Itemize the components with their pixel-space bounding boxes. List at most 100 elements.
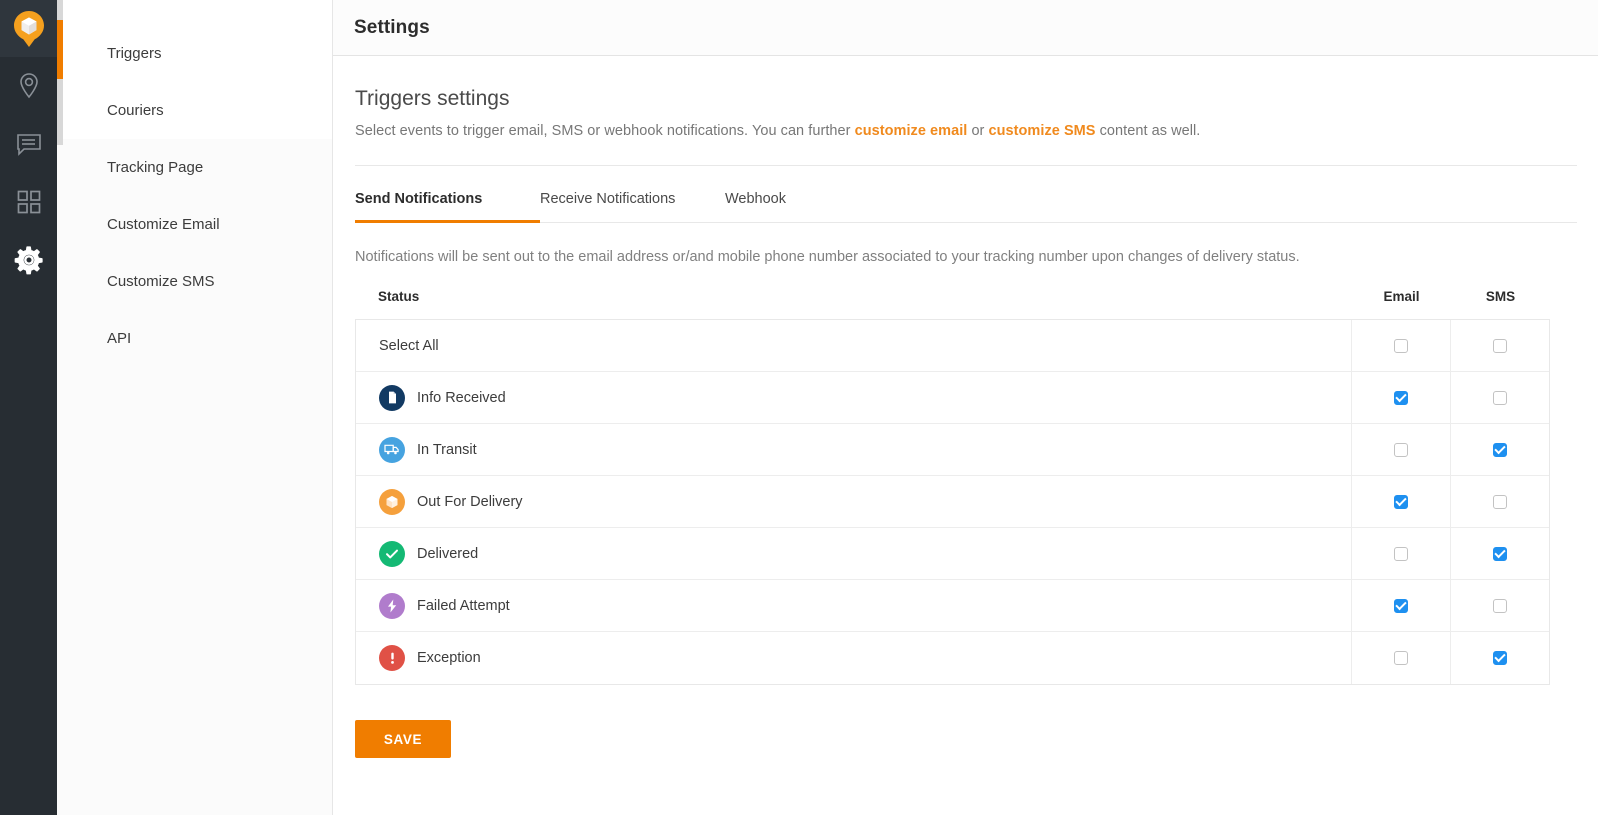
table-row: In Transit xyxy=(356,424,1549,476)
tab-webhook[interactable]: Webhook xyxy=(725,191,910,222)
row-email-cell xyxy=(1351,424,1450,475)
submenu-item-customize-email[interactable]: Customize Email xyxy=(57,196,332,253)
rail-item-messages[interactable] xyxy=(0,115,57,173)
submenu-item-triggers[interactable]: Triggers xyxy=(57,25,332,82)
row-status-cell: Info Received xyxy=(356,372,1351,423)
rail-item-tracking[interactable] xyxy=(0,57,57,115)
row-sms-cell xyxy=(1450,424,1549,475)
tab-bar: Send Notifications Receive Notifications… xyxy=(355,191,1577,223)
failed-attempt-email-checkbox[interactable] xyxy=(1394,599,1408,613)
column-header-status: Status xyxy=(355,289,1352,304)
table-row: Delivered xyxy=(356,528,1549,580)
table-body: Select All xyxy=(355,319,1550,685)
chat-bubble-icon xyxy=(16,132,42,156)
table-row: Info Received xyxy=(356,372,1549,424)
row-email-cell xyxy=(1351,476,1450,527)
row-label: Select All xyxy=(379,338,439,354)
section-desc-or: or xyxy=(967,123,988,139)
row-label: Exception xyxy=(417,650,481,666)
section-description: Select events to trigger email, SMS or w… xyxy=(355,123,1577,139)
info-received-email-checkbox[interactable] xyxy=(1394,391,1408,405)
icon-rail xyxy=(0,0,57,815)
row-email-cell xyxy=(1351,632,1450,684)
table-row: Out For Delivery xyxy=(356,476,1549,528)
box-icon xyxy=(379,489,405,515)
row-label: Out For Delivery xyxy=(417,494,523,510)
submenu-item-label: Customize SMS xyxy=(107,273,215,290)
section-divider xyxy=(355,165,1577,166)
page-header: Settings xyxy=(333,0,1598,56)
section-desc-part2: content as well. xyxy=(1096,123,1201,139)
main-content: Settings Triggers settings Select events… xyxy=(333,0,1598,815)
submenu-item-customize-sms[interactable]: Customize SMS xyxy=(57,253,332,310)
customize-sms-link[interactable]: customize SMS xyxy=(989,123,1096,139)
settings-submenu: Triggers Couriers Tracking Page Customiz… xyxy=(57,0,333,815)
row-status-cell: Failed Attempt xyxy=(356,580,1351,631)
gear-icon xyxy=(14,245,44,275)
tab-send-notifications[interactable]: Send Notifications xyxy=(355,191,540,222)
in-transit-email-checkbox[interactable] xyxy=(1394,443,1408,457)
exception-email-checkbox[interactable] xyxy=(1394,651,1408,665)
table-row: Select All xyxy=(356,320,1549,372)
exclamation-icon xyxy=(379,645,405,671)
submenu-item-label: Customize Email xyxy=(107,216,220,233)
row-sms-cell xyxy=(1450,476,1549,527)
submenu-item-couriers[interactable]: Couriers xyxy=(57,82,332,139)
section-desc-part1: Select events to trigger email, SMS or w… xyxy=(355,123,855,139)
row-sms-cell xyxy=(1450,320,1549,371)
rail-item-settings[interactable] xyxy=(0,231,57,289)
tab-receive-notifications[interactable]: Receive Notifications xyxy=(540,191,725,222)
tab-label: Receive Notifications xyxy=(540,191,675,207)
row-status-cell: Select All xyxy=(356,320,1351,371)
document-icon xyxy=(379,385,405,411)
table-header-row: Status Email SMS xyxy=(355,289,1550,319)
notifications-note: Notifications will be sent out to the em… xyxy=(355,249,1577,265)
table-row: Exception xyxy=(356,632,1549,684)
row-status-cell: In Transit xyxy=(356,424,1351,475)
check-icon xyxy=(379,541,405,567)
exception-sms-checkbox[interactable] xyxy=(1493,651,1507,665)
map-pin-icon xyxy=(17,72,41,100)
row-email-cell xyxy=(1351,372,1450,423)
row-label: Delivered xyxy=(417,546,478,562)
row-sms-cell xyxy=(1450,632,1549,684)
row-email-cell xyxy=(1351,320,1450,371)
delivered-sms-checkbox[interactable] xyxy=(1493,547,1507,561)
submenu-item-label: API xyxy=(107,330,131,347)
tab-label: Send Notifications xyxy=(355,191,482,207)
tab-label: Webhook xyxy=(725,191,786,207)
notifications-table: Status Email SMS Select All xyxy=(355,289,1550,685)
select-all-sms-checkbox[interactable] xyxy=(1493,339,1507,353)
submenu-item-api[interactable]: API xyxy=(57,310,332,367)
package-pin-logo-icon xyxy=(12,10,46,48)
submenu-list: Triggers Couriers Tracking Page Customiz… xyxy=(57,25,332,367)
row-label: Failed Attempt xyxy=(417,598,510,614)
bolt-icon xyxy=(379,593,405,619)
row-sms-cell xyxy=(1450,528,1549,579)
table-row: Failed Attempt xyxy=(356,580,1549,632)
delivered-email-checkbox[interactable] xyxy=(1394,547,1408,561)
select-all-email-checkbox[interactable] xyxy=(1394,339,1408,353)
submenu-item-label: Triggers xyxy=(107,45,161,62)
page-title: Settings xyxy=(354,17,430,39)
row-sms-cell xyxy=(1450,580,1549,631)
out-for-delivery-sms-checkbox[interactable] xyxy=(1493,495,1507,509)
app-root: Triggers Couriers Tracking Page Customiz… xyxy=(0,0,1598,815)
section-title: Triggers settings xyxy=(355,87,1577,111)
truck-icon xyxy=(379,437,405,463)
customize-email-link[interactable]: customize email xyxy=(855,123,968,139)
app-logo[interactable] xyxy=(0,0,57,57)
submenu-item-tracking-page[interactable]: Tracking Page xyxy=(57,139,332,196)
row-label: In Transit xyxy=(417,442,477,458)
row-status-cell: Out For Delivery xyxy=(356,476,1351,527)
rail-item-apps[interactable] xyxy=(0,173,57,231)
out-for-delivery-email-checkbox[interactable] xyxy=(1394,495,1408,509)
info-received-sms-checkbox[interactable] xyxy=(1493,391,1507,405)
save-button[interactable]: SAVE xyxy=(355,720,451,758)
grid-apps-icon xyxy=(17,190,41,214)
column-header-sms: SMS xyxy=(1451,289,1550,304)
in-transit-sms-checkbox[interactable] xyxy=(1493,443,1507,457)
failed-attempt-sms-checkbox[interactable] xyxy=(1493,599,1507,613)
row-sms-cell xyxy=(1450,372,1549,423)
submenu-item-label: Tracking Page xyxy=(107,159,203,176)
